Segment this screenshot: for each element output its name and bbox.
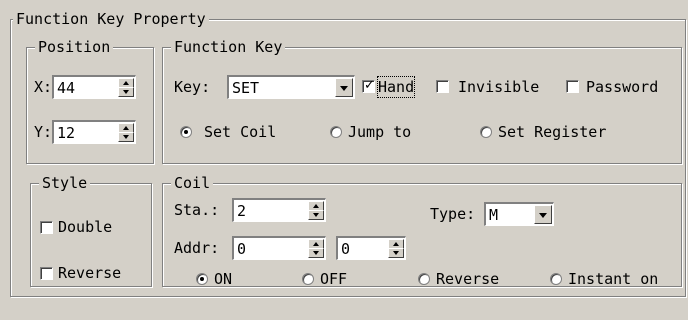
key-dropdown-button[interactable]	[335, 78, 353, 97]
up-arrow-icon	[123, 126, 129, 130]
x-value[interactable]: 44	[57, 78, 75, 98]
y-value[interactable]: 12	[57, 123, 75, 143]
addr-stepper-2[interactable]: 0	[336, 236, 406, 260]
password-checkbox[interactable]	[566, 80, 579, 93]
down-arrow-icon	[313, 251, 319, 255]
function-key-legend: Function Key	[171, 38, 286, 56]
x-label: X:	[34, 78, 53, 96]
invisible-checkbox[interactable]	[436, 80, 449, 93]
hand-label[interactable]: Hand	[376, 76, 416, 98]
coil-legend: Coil	[171, 174, 214, 192]
addr-1-spin-buttons	[308, 239, 324, 258]
up-arrow-icon	[313, 204, 319, 208]
set-register-label[interactable]: Set Register	[498, 122, 606, 142]
down-arrow-icon	[123, 90, 129, 94]
off-radio[interactable]	[302, 273, 314, 285]
y-label: Y:	[34, 123, 53, 141]
up-arrow-icon	[393, 242, 399, 246]
sta-value[interactable]: 2	[237, 201, 246, 221]
hand-checkbox[interactable]: ✓	[362, 78, 375, 93]
style-legend: Style	[39, 174, 91, 192]
position-group: Position	[26, 38, 154, 164]
invisible-label[interactable]: Invisible	[458, 77, 539, 97]
off-label[interactable]: OFF	[320, 269, 347, 289]
double-checkbox[interactable]	[40, 221, 53, 234]
addr-2-spin-buttons	[388, 239, 404, 258]
radio-selected-dot	[184, 130, 188, 134]
x-spin-buttons	[118, 78, 134, 97]
x-stepper[interactable]: 44	[52, 75, 136, 99]
y-spin-buttons	[118, 123, 134, 142]
addr-2-decrement-button[interactable]	[388, 248, 404, 258]
type-dropdown[interactable]: M	[484, 202, 554, 226]
position-legend: Position	[35, 38, 114, 56]
function-key-group: Function Key	[162, 38, 682, 164]
sta-spin-buttons	[308, 201, 324, 220]
sta-decrement-button[interactable]	[308, 210, 324, 220]
type-label: Type:	[430, 205, 476, 223]
chevron-down-icon	[340, 86, 348, 91]
double-label[interactable]: Double	[58, 217, 112, 237]
reverse-style-checkbox[interactable]	[40, 267, 53, 280]
function-key-property-legend: Function Key Property	[13, 10, 209, 28]
instant-on-radio[interactable]	[550, 273, 562, 285]
checkmark-icon: ✓	[364, 78, 375, 93]
set-coil-label[interactable]: Set Coil	[204, 122, 276, 142]
key-label: Key:	[174, 78, 211, 96]
key-dropdown[interactable]: SET	[227, 75, 355, 99]
sta-label: Sta.:	[174, 201, 220, 219]
reverse-style-label[interactable]: Reverse	[58, 263, 121, 283]
set-register-radio[interactable]	[480, 126, 492, 138]
set-coil-radio[interactable]	[180, 126, 192, 138]
sta-stepper[interactable]: 2	[232, 198, 326, 222]
y-decrement-button[interactable]	[118, 132, 134, 142]
down-arrow-icon	[313, 213, 319, 217]
addr-label: Addr:	[174, 239, 220, 257]
on-label[interactable]: ON	[214, 269, 232, 289]
on-radio[interactable]	[196, 273, 208, 285]
type-value[interactable]: M	[489, 205, 498, 225]
y-stepper[interactable]: 12	[52, 120, 136, 144]
key-value[interactable]: SET	[232, 78, 259, 98]
up-arrow-icon	[313, 242, 319, 246]
addr-stepper-1[interactable]: 0	[232, 236, 326, 260]
reverse-coil-label[interactable]: Reverse	[436, 269, 499, 289]
jump-to-radio[interactable]	[330, 126, 342, 138]
addr-1-decrement-button[interactable]	[308, 248, 324, 258]
chevron-down-icon	[539, 213, 547, 218]
down-arrow-icon	[123, 135, 129, 139]
x-decrement-button[interactable]	[118, 87, 134, 97]
reverse-coil-radio[interactable]	[418, 273, 430, 285]
jump-to-label[interactable]: Jump to	[348, 122, 411, 142]
up-arrow-icon	[123, 81, 129, 85]
instant-on-label[interactable]: Instant on	[568, 269, 658, 289]
password-label[interactable]: Password	[586, 77, 658, 97]
addr-value-1[interactable]: 0	[237, 239, 246, 259]
addr-value-2[interactable]: 0	[341, 239, 350, 259]
radio-selected-dot	[200, 277, 204, 281]
type-dropdown-button[interactable]	[534, 205, 552, 224]
down-arrow-icon	[393, 251, 399, 255]
